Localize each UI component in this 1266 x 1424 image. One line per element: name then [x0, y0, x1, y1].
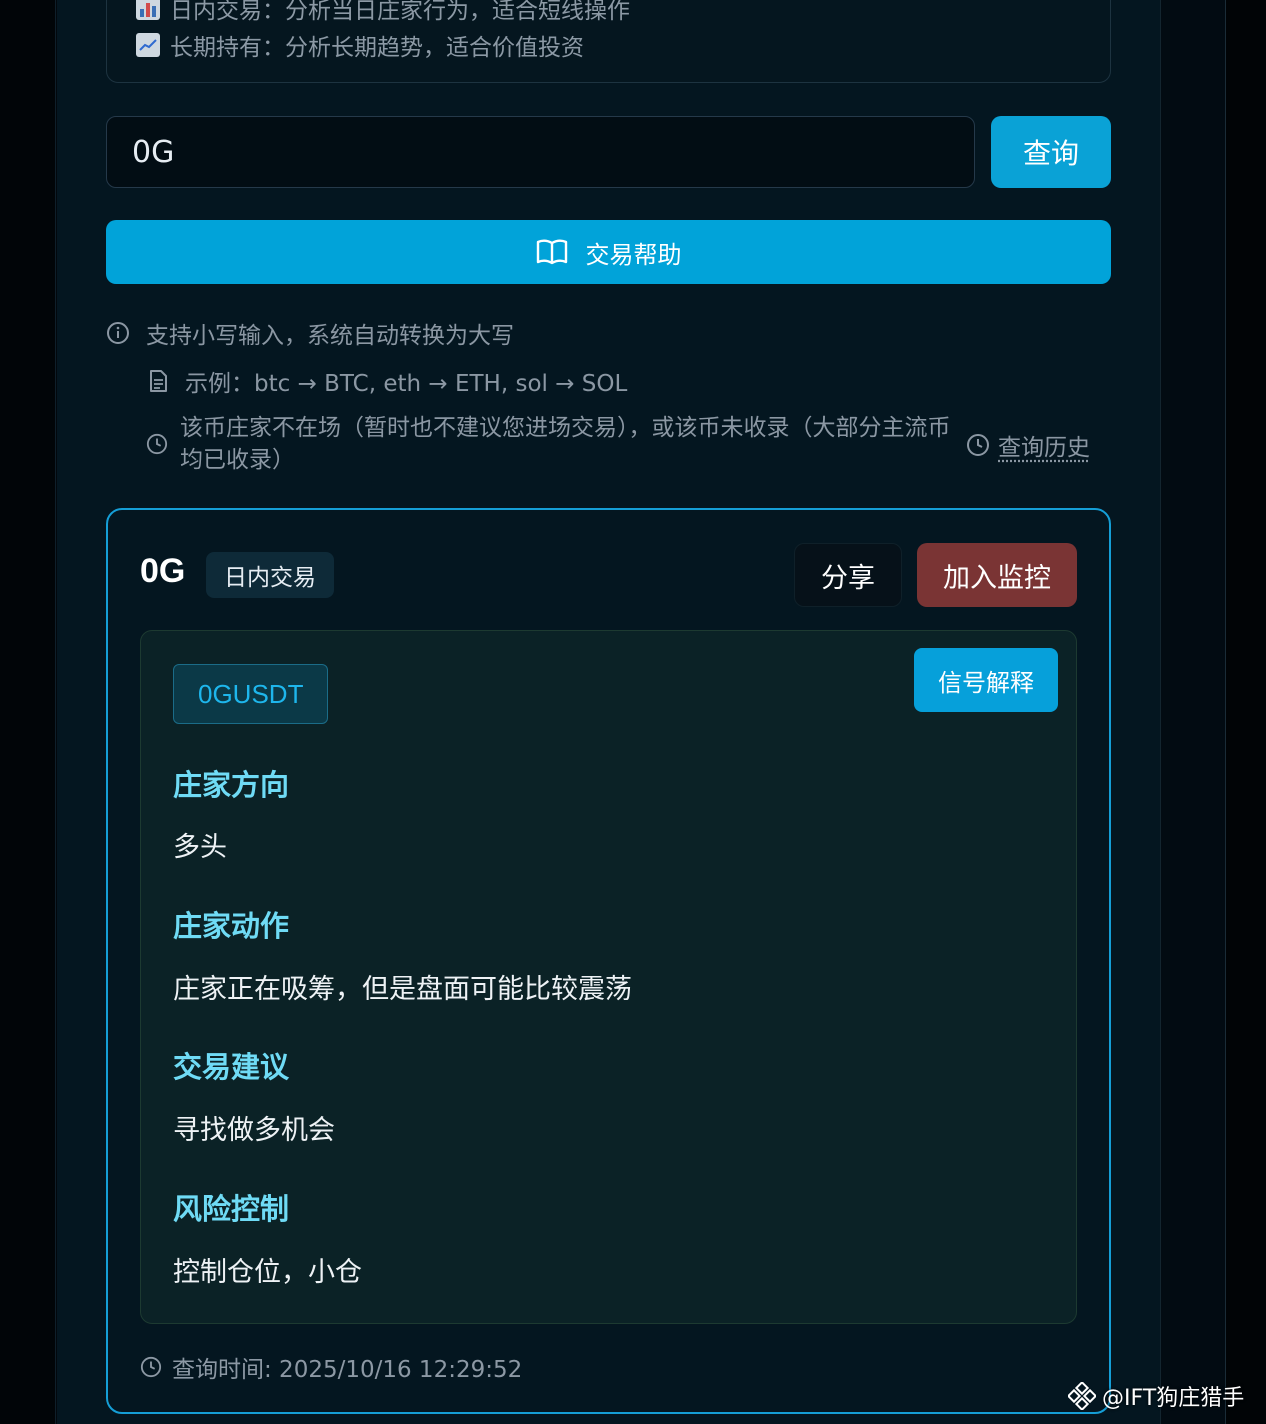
trading-help-label: 交易帮助	[585, 240, 682, 269]
query-time: 查询时间: 2025/10/16 12:29:52	[140, 1350, 522, 1384]
page: 日内交易：分析当日庄家行为，适合短线操作 长期持有：分析长期趋势，适合价值投资 …	[0, 0, 1266, 1424]
share-button[interactable]: 分享	[794, 543, 902, 607]
tip-example: 示例：btc → BTC, eth → ETH, sol → SOL	[146, 364, 627, 398]
section-text: 控制仓位，小仓	[173, 1257, 362, 1288]
query-history-link[interactable]: 查询历史	[966, 428, 1090, 462]
coin-title: 0G	[140, 552, 186, 590]
trading-help-button[interactable]: 交易帮助	[106, 220, 1111, 284]
section-title: 庄家方向	[173, 768, 290, 802]
clock-icon	[967, 434, 989, 456]
watermark: @IFT狗庄猎手	[1068, 1380, 1244, 1412]
trend-chart-icon	[136, 33, 160, 57]
pair-tag: 0GUSDT	[173, 664, 329, 724]
info-icon	[107, 322, 129, 344]
bar-chart-icon	[136, 0, 160, 20]
coin-search-input[interactable]	[106, 116, 975, 188]
section-text: 寻找做多机会	[173, 1115, 335, 1146]
binance-logo-icon	[1068, 1382, 1096, 1410]
signal-explain-button[interactable]: 信号解释	[914, 648, 1058, 712]
section-text: 多头	[173, 832, 227, 863]
mode-line-longterm: 长期持有：分析长期趋势，适合价值投资	[136, 28, 584, 62]
section-text: 庄家正在吸筹，但是盘面可能比较震荡	[173, 974, 632, 1005]
right-gutter	[1160, 0, 1266, 1424]
mode-line-intraday: 日内交易：分析当日庄家行为，适合短线操作	[136, 0, 630, 25]
tip-notice: 该币庄家不在场（暂时也不建议您进场交易），或该币未收录（大部分主流币均已收录）	[180, 415, 951, 473]
section-title: 交易建议	[173, 1050, 290, 1084]
left-gutter	[0, 0, 56, 1424]
clock-icon	[146, 433, 168, 455]
book-open-icon	[536, 239, 567, 265]
query-history-label: 查询历史	[998, 435, 1090, 461]
clock-icon	[140, 1356, 162, 1378]
tip-case: 支持小写输入，系统自动转换为大写	[106, 316, 514, 350]
result-card: 0G 日内交易 分享 加入监控 0GUSDT 信号解释 庄家方向 多头 庄家动作…	[106, 508, 1111, 1414]
section-title: 庄家动作	[173, 909, 290, 943]
document-icon	[150, 370, 167, 392]
section-title: 风险控制	[173, 1192, 290, 1226]
query-button[interactable]: 查询	[991, 116, 1111, 188]
signal-panel: 0GUSDT 信号解释 庄家方向 多头 庄家动作 庄家正在吸筹，但是盘面可能比较…	[140, 630, 1077, 1324]
mode-badge: 日内交易	[206, 552, 334, 598]
add-monitor-button[interactable]: 加入监控	[917, 543, 1077, 607]
